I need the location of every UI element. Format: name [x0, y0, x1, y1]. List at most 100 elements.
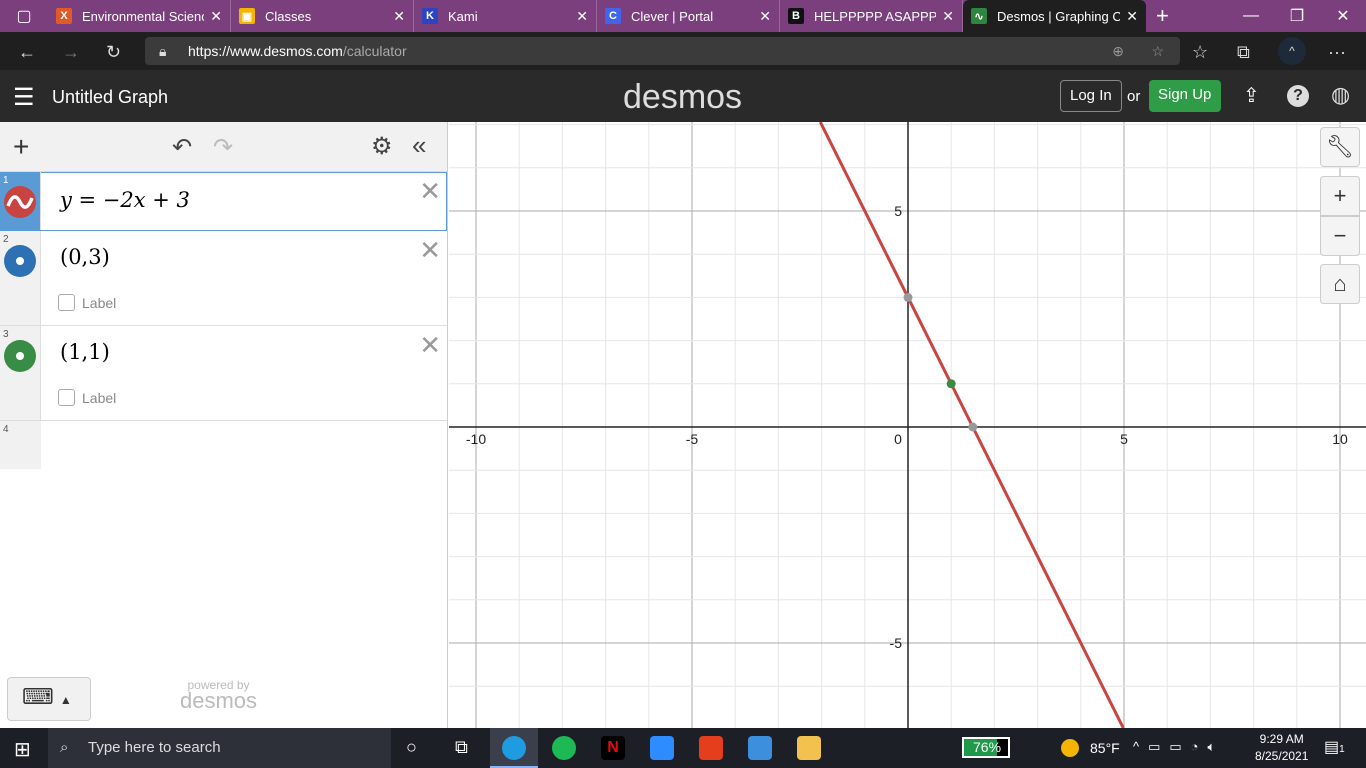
settings-gear-icon[interactable]: ⚙: [371, 132, 393, 161]
back-icon[interactable]: ←: [18, 42, 36, 63]
collapse-list-icon[interactable]: «: [412, 130, 426, 161]
label-checkbox[interactable]: Label: [58, 294, 116, 311]
address-bar-row: ← → ↻ 🔒︎ https://www.desmos.com/calculat…: [0, 32, 1366, 70]
delete-expression-icon[interactable]: ✕: [419, 330, 441, 361]
share-icon[interactable]: ⇪: [1243, 83, 1260, 108]
clock[interactable]: 9:29 AM 8/25/2021: [1255, 732, 1308, 763]
taskbar-zoom[interactable]: [650, 736, 674, 760]
cortana-icon[interactable]: ○: [406, 737, 417, 758]
expression-input[interactable]: (1,1): [60, 340, 110, 364]
close-window-button[interactable]: ✕: [1320, 0, 1366, 32]
delete-expression-icon[interactable]: ✕: [419, 176, 441, 207]
expression-toolbar: + ↶ ↷ ⚙ «: [0, 122, 447, 172]
graph-paper[interactable]: -10 -5 0 5 10 5 -5: [449, 122, 1366, 728]
favorite-add-icon[interactable]: ☆: [1151, 37, 1164, 65]
expression-4[interactable]: 4: [0, 421, 447, 469]
close-tab-icon[interactable]: ✕: [210, 8, 222, 25]
tab-favicon-icon: ▣: [239, 8, 255, 24]
y-tick-label: -5: [890, 635, 903, 651]
tab-title: Classes: [265, 8, 312, 24]
x-tick-label: 10: [1332, 431, 1348, 447]
browser-tab[interactable]: C Clever | Portal ✕: [597, 0, 780, 32]
line-color-icon[interactable]: [4, 186, 36, 218]
browser-tab[interactable]: X Environmental Science ✕: [48, 0, 231, 32]
label-checkbox[interactable]: Label: [58, 389, 116, 406]
language-globe-icon[interactable]: ◍: [1331, 82, 1350, 108]
expression-3[interactable]: 3 (1,1) ✕ Label: [0, 326, 447, 421]
battery-percent: 76%: [973, 739, 1002, 755]
url-path: /calculator: [342, 43, 407, 59]
keyboard-toggle-button[interactable]: ⌨ ▲: [7, 677, 91, 721]
graph-title[interactable]: Untitled Graph: [52, 87, 168, 108]
label-text: Label: [82, 294, 117, 311]
close-tab-icon[interactable]: ✕: [576, 8, 588, 25]
zoom-out-button[interactable]: −: [1320, 216, 1360, 256]
taskbar-store[interactable]: [748, 736, 772, 760]
notifications-icon[interactable]: ▤1: [1324, 737, 1345, 757]
signup-button[interactable]: Sign Up: [1149, 80, 1221, 112]
point-color-icon[interactable]: [4, 340, 36, 372]
collections-icon[interactable]: ⧉: [1237, 42, 1250, 63]
expression-2[interactable]: 2 (0,3) ✕ Label: [0, 231, 447, 326]
close-tab-icon[interactable]: ✕: [759, 8, 771, 25]
forward-icon[interactable]: →: [62, 42, 80, 63]
clock-time: 9:29 AM: [1259, 732, 1304, 746]
tab-favicon-icon: K: [422, 8, 438, 24]
refresh-icon[interactable]: ↻: [106, 42, 121, 63]
expression-1[interactable]: 1 y = −2x + 3 ✕: [0, 172, 447, 231]
delete-expression-icon[interactable]: ✕: [419, 235, 441, 266]
profile-avatar[interactable]: ^: [1278, 37, 1306, 65]
tab-favicon-icon: X: [56, 8, 72, 24]
point-color-icon[interactable]: [4, 245, 36, 277]
browser-tab[interactable]: ∿ Desmos | Graphing Ca ✕: [963, 0, 1146, 32]
label-text: Label: [82, 389, 117, 406]
taskbar-spotify[interactable]: [552, 736, 576, 760]
notification-count: 1: [1339, 744, 1345, 755]
more-icon[interactable]: ···: [1328, 42, 1346, 63]
favorites-icon[interactable]: ☆: [1192, 42, 1208, 63]
search-placeholder: Type here to search: [88, 739, 221, 756]
y-tick-label: 5: [894, 203, 902, 219]
default-view-home-icon[interactable]: ⌂: [1320, 264, 1360, 304]
browser-tab[interactable]: B HELPPPPP ASAPPPP P ✕: [780, 0, 963, 32]
taskbar-search-input[interactable]: ⌕ Type here to search: [48, 728, 391, 768]
login-button[interactable]: Log In: [1060, 80, 1122, 112]
undo-icon[interactable]: ↶: [172, 133, 192, 162]
graph-canvas[interactable]: -10 -5 0 5 10 5 -5: [449, 122, 1366, 728]
x-tick-label: 5: [1120, 431, 1128, 447]
task-view-icon[interactable]: ⧉: [455, 737, 468, 758]
expression-input[interactable]: (0,3): [60, 245, 110, 269]
powered-logo: desmos: [180, 688, 258, 713]
restore-button[interactable]: ❐: [1274, 0, 1320, 32]
weather-temp[interactable]: 85°F: [1090, 740, 1120, 756]
expression-input[interactable]: y = −2x + 3: [60, 188, 190, 212]
windows-start-icon[interactable]: ⊞: [14, 737, 31, 762]
close-tab-icon[interactable]: ✕: [1126, 8, 1138, 25]
zoom-in-button[interactable]: +: [1320, 176, 1360, 216]
battery-indicator[interactable]: 76%: [962, 737, 1010, 758]
graph-settings-wrench-icon[interactable]: 🔧︎: [1320, 127, 1360, 167]
new-tab-button[interactable]: +: [1156, 3, 1169, 29]
redo-icon[interactable]: ↷: [213, 133, 233, 162]
tray-icons[interactable]: ^▭▭◔🔈︎: [1133, 739, 1224, 755]
tab-actions-icon[interactable]: ▢: [0, 0, 48, 32]
taskbar-netflix[interactable]: N: [601, 736, 625, 760]
close-tab-icon[interactable]: ✕: [942, 8, 954, 25]
tab-favicon-icon: ∿: [971, 8, 987, 24]
taskbar-file-explorer[interactable]: [797, 736, 821, 760]
browser-tab[interactable]: K Kami ✕: [414, 0, 597, 32]
taskbar-office[interactable]: [699, 736, 723, 760]
expression-list: + ↶ ↷ ⚙ « 1 y = −2x + 3 ✕ 2 (0,3) ✕ Labe…: [0, 122, 448, 728]
help-icon[interactable]: ?: [1287, 85, 1309, 107]
menu-icon[interactable]: ☰: [13, 83, 35, 112]
taskbar-edge[interactable]: [490, 728, 538, 768]
graph-point: [968, 422, 978, 432]
zoom-icon[interactable]: ⊕: [1112, 37, 1124, 65]
add-expression-button[interactable]: +: [13, 131, 29, 163]
desmos-header: ☰ Untitled Graph desmos Log In or Sign U…: [0, 70, 1366, 122]
close-tab-icon[interactable]: ✕: [393, 8, 405, 25]
browser-tab[interactable]: ▣ Classes ✕: [231, 0, 414, 32]
minimize-button[interactable]: —: [1228, 0, 1274, 32]
tab-title: Environmental Science: [82, 8, 205, 24]
url-input[interactable]: 🔒︎ https://www.desmos.com/calculator ⊕ ☆: [145, 37, 1180, 65]
